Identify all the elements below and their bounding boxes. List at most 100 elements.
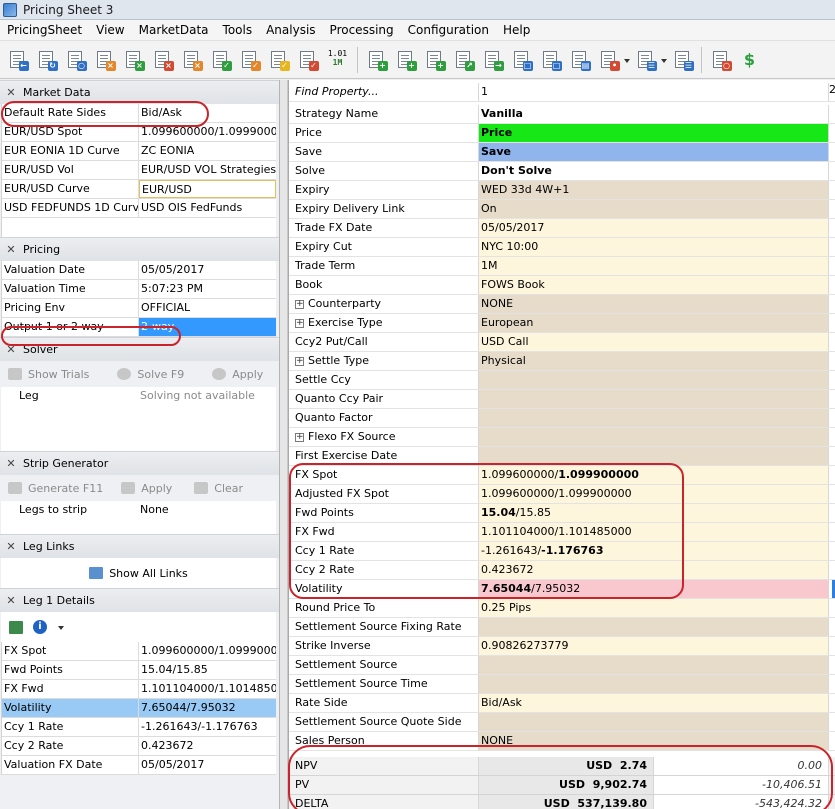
property-value[interactable]: 0.25 Pips (479, 599, 829, 617)
property-value[interactable]: 0.423672 (479, 561, 829, 579)
property-row[interactable]: Adjusted FX Spot 1.099600000/1.099900000 (289, 485, 835, 504)
leg1-row-selected[interactable]: Volatility 7.65044/7.95032 (2, 699, 276, 718)
market-data-row[interactable]: Default Rate Sides Bid/Ask (2, 104, 276, 123)
generate-button[interactable]: Generate F11 (8, 482, 103, 495)
refresh-icon[interactable]: ↻ (36, 49, 58, 71)
info-dropdown-icon[interactable] (57, 616, 65, 638)
chart-search-icon[interactable]: ○ (710, 49, 732, 71)
property-row[interactable]: Fwd Points 15.04/15.85 (289, 504, 835, 523)
market-data-row[interactable]: EUR/USD Spot1.099600000/1.099900000 (2, 123, 276, 142)
leg1-row[interactable]: Ccy 1 Rate -1.261643/-1.176763 (2, 718, 276, 737)
property-value[interactable]: USD Call (479, 333, 829, 351)
leg1-row[interactable]: Ccy 2 Rate 0.423672 (2, 737, 276, 756)
property-row[interactable]: + Exercise Type European (289, 314, 835, 333)
remove-leg-dropdown-icon[interactable] (623, 49, 631, 71)
property-row[interactable]: Trade FX Date 05/05/2017 (289, 219, 835, 238)
market-data-header[interactable]: ✕ Market Data (0, 80, 279, 104)
property-row[interactable]: Expiry Delivery Link On (289, 200, 835, 219)
leg1-row[interactable]: FX Fwd1.101104000/1.101485000 (2, 680, 276, 699)
strip-generator-header[interactable]: ✕ Strip Generator (0, 451, 279, 475)
leg1-details-header[interactable]: ✕ Leg 1 Details (0, 588, 279, 612)
add-strategy-icon[interactable]: + (395, 49, 417, 71)
property-row[interactable]: Save Save (289, 143, 835, 162)
row-value[interactable]: USD OIS FedFunds (139, 199, 276, 217)
excel-icon[interactable]: × (123, 49, 145, 71)
property-row[interactable]: Sales Person NONE (289, 732, 835, 751)
row-value[interactable]: 1.099600000/1.099900000 (139, 642, 276, 660)
expand-icon[interactable]: + (295, 299, 304, 309)
property-value[interactable]: 15.04/15.85 (479, 504, 829, 522)
property-value[interactable]: 1.099600000/1.099900000 (479, 485, 829, 503)
property-row[interactable]: Ccy 1 Rate -1.261643/-1.176763 (289, 542, 835, 561)
property-value[interactable] (479, 428, 829, 446)
property-value[interactable] (479, 675, 829, 693)
menu-tools[interactable]: Tools (216, 20, 260, 41)
find-property-input[interactable]: Find Property... (289, 83, 479, 101)
property-value[interactable]: Price (479, 124, 829, 142)
row-value[interactable]: 05/05/2017 (139, 261, 276, 279)
menu-processing[interactable]: Processing (323, 20, 401, 41)
property-value[interactable]: 1.099600000/1.099900000 (479, 466, 829, 484)
property-value[interactable]: Physical (479, 352, 829, 370)
preview-icon[interactable]: ○ (65, 49, 87, 71)
collapse-icon[interactable]: ✕ (3, 457, 19, 470)
property-row[interactable]: Rate Side Bid/Ask (289, 694, 835, 713)
property-value[interactable] (479, 371, 829, 389)
pricing-dollar-icon[interactable]: $ (739, 49, 761, 71)
checklist-orange-icon[interactable]: ✓ (239, 49, 261, 71)
collapse-icon[interactable]: ✕ (3, 594, 19, 607)
property-value[interactable]: NONE (479, 732, 829, 750)
leg1-row[interactable]: Fwd Points 15.04/15.85 (2, 661, 276, 680)
property-value[interactable]: 1M (479, 257, 829, 275)
property-row[interactable]: Quanto Factor (289, 409, 835, 428)
property-value[interactable]: European (479, 314, 829, 332)
output-way-select[interactable]: 2-way (139, 318, 276, 336)
layout-icon[interactable]: ▤ (569, 49, 591, 71)
menu-analysis[interactable]: Analysis (259, 20, 322, 41)
pricing-header[interactable]: ✕ Pricing (0, 237, 279, 261)
export-grid-icon[interactable] (9, 620, 23, 634)
copy-icon[interactable]: □ (511, 49, 533, 71)
property-row[interactable]: Price Price (289, 124, 835, 143)
row-value[interactable]: 5:07:23 PM (139, 280, 276, 298)
expand-icon[interactable]: + (295, 318, 304, 328)
property-row[interactable]: Expiry Cut NYC 10:00 (289, 238, 835, 257)
property-value[interactable]: Save (479, 143, 829, 161)
property-value[interactable]: 1.101104000/1.101485000 (479, 523, 829, 541)
menu-help[interactable]: Help (496, 20, 537, 41)
row-value[interactable]: EUR/USD VOL Strategies (139, 161, 276, 179)
property-row[interactable]: First Exercise Date (289, 447, 835, 466)
property-row[interactable]: Round Price To 0.25 Pips (289, 599, 835, 618)
market-data-row[interactable]: EUR EONIA 1D Curve ZC EONIA (2, 142, 276, 161)
row-value[interactable]: Bid/Ask (139, 104, 276, 122)
market-data-row[interactable]: EUR/USD Vol EUR/USD VOL Strategies (2, 161, 276, 180)
row-value[interactable]: 7.65044/7.95032 (139, 699, 276, 717)
property-value[interactable] (479, 409, 829, 427)
menu-view[interactable]: View (89, 20, 131, 41)
remove-leg-icon[interactable]: • (598, 49, 620, 71)
columns-icon[interactable]: ☰ (635, 49, 657, 71)
property-value[interactable] (479, 390, 829, 408)
row-value[interactable]: 05/05/2017 (139, 756, 276, 774)
property-value[interactable]: 0.90826273779 (479, 637, 829, 655)
clear-icon[interactable]: × (181, 49, 203, 71)
property-row[interactable]: + Counterparty NONE (289, 295, 835, 314)
property-row[interactable]: Settlement Source (289, 656, 835, 675)
insert-leg-icon[interactable]: + (424, 49, 446, 71)
row-value[interactable]: OFFICIAL (139, 299, 276, 317)
property-row[interactable]: Settlement Source Quote Side (289, 713, 835, 732)
legs-to-strip-row[interactable]: Legs to strip None (1, 501, 276, 520)
property-value[interactable] (479, 618, 829, 636)
row-value[interactable]: EUR/USD (139, 180, 276, 198)
property-row[interactable]: Solve Don't Solve (289, 162, 835, 181)
property-value[interactable]: NONE (479, 295, 829, 313)
expand-icon[interactable]: + (295, 432, 304, 442)
solver-apply-button[interactable]: Apply (212, 368, 263, 381)
property-row[interactable]: Settle Ccy (289, 371, 835, 390)
property-value[interactable] (479, 656, 829, 674)
menu-pricingsheet[interactable]: PricingSheet (0, 20, 89, 41)
remove-icon[interactable]: × (152, 49, 174, 71)
property-value[interactable]: 05/05/2017 (479, 219, 829, 237)
menu-marketdata[interactable]: MarketData (132, 20, 216, 41)
property-row[interactable]: + Settle Type Physical (289, 352, 835, 371)
